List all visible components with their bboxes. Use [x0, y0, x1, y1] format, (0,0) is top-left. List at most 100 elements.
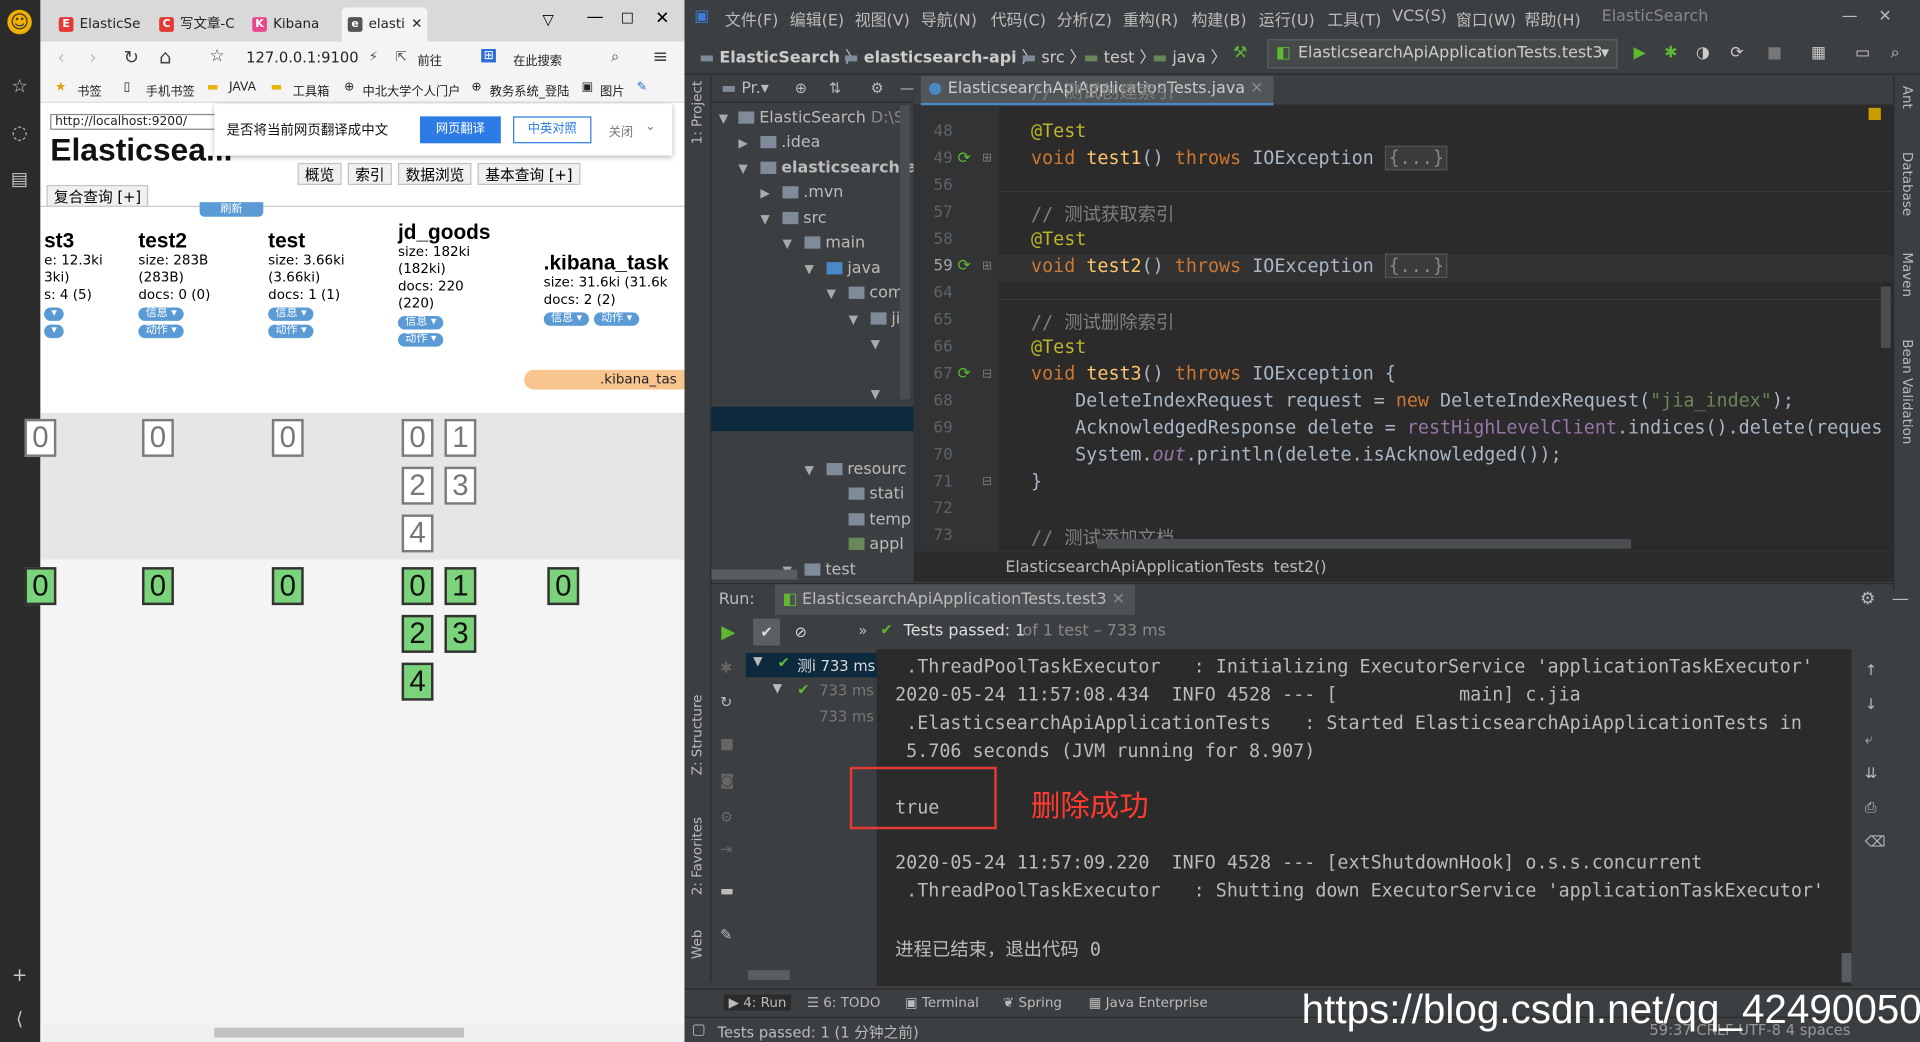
tab-basic-query[interactable]: 基本查询 [+] — [477, 162, 580, 185]
breadcrumb[interactable]: ▬ src 〉 — [1021, 44, 1085, 67]
menu-tools[interactable]: 工具(T) — [1327, 7, 1381, 30]
down-icon[interactable]: ↓ — [1865, 696, 1877, 713]
up-icon[interactable]: ↑ — [1865, 661, 1877, 678]
bookmark-item[interactable]: 中北大学个人门户 — [362, 81, 460, 99]
show-passed-icon[interactable]: ✔ — [753, 618, 781, 646]
breadcrumb[interactable]: ▬ ElasticSearch 〉 — [699, 44, 861, 67]
bookmark-item[interactable]: 工具箱 — [293, 81, 330, 99]
unassigned-shard[interactable]: 4 — [401, 514, 434, 553]
unassigned-shard[interactable]: 0 — [401, 418, 434, 457]
menu-file[interactable]: 文件(F) — [725, 7, 778, 30]
test-node-time[interactable]: 733 ms — [819, 682, 874, 699]
editor-hscrollbar[interactable] — [1097, 538, 1632, 549]
menu-refactor[interactable]: 重构(R) — [1123, 7, 1178, 30]
bookmark-item[interactable]: JAVA — [229, 81, 256, 94]
search-engine-icon[interactable]: ⊞ — [481, 48, 497, 63]
bookmark-item[interactable]: 手机书签 — [146, 81, 195, 99]
tree-expand-icon[interactable]: ▶ — [738, 137, 747, 150]
bookmark-item[interactable]: 教务系统_登陆 — [490, 81, 570, 99]
maven-tool-button[interactable]: Maven — [1899, 252, 1915, 297]
plus-icon[interactable]: + — [7, 963, 31, 987]
tree-item[interactable]: ElasticSearch D:\S — [738, 109, 904, 127]
close-tab-icon[interactable]: ✕ — [1112, 590, 1125, 608]
tree-expand-icon[interactable]: ▼ — [719, 113, 728, 126]
tab-overview[interactable]: 概览 — [297, 162, 342, 185]
favorites-tool-button[interactable]: 2: Favorites — [689, 817, 705, 895]
web-tool-button[interactable]: Web — [689, 930, 705, 959]
show-ignored-icon[interactable]: ⊘ — [787, 619, 814, 646]
refresh-button[interactable]: 刷新 — [199, 202, 264, 217]
reload-icon[interactable]: ↻ — [124, 47, 139, 69]
run-test-gutter-icon[interactable]: ⟳ — [958, 365, 971, 383]
action-button[interactable]: 动作 ▾ — [268, 324, 314, 339]
editor-vscrollbar[interactable] — [1880, 286, 1891, 348]
primary-shard[interactable]: 1 — [444, 567, 477, 606]
fold-icon[interactable]: ⊞ — [982, 152, 992, 165]
pin-icon[interactable]: ✎ — [720, 926, 732, 943]
menu-navigate[interactable]: 导航(N) — [921, 7, 977, 30]
tab-elasticsearch[interactable]: E ElasticSe — [53, 7, 149, 41]
close-translate-button[interactable]: 关闭 — [609, 121, 633, 139]
home-icon[interactable]: ⌂ — [159, 45, 171, 68]
tree-expand-icon[interactable]: ▼ — [871, 338, 880, 351]
bookmark-item[interactable]: 书签 — [77, 81, 101, 99]
info-button[interactable]: 信息 ▾ — [268, 307, 314, 321]
close-tab-icon[interactable]: ✕ — [411, 7, 422, 41]
expand-icon[interactable]: » — [858, 622, 867, 639]
project-structure-icon[interactable]: ▦ — [1811, 44, 1826, 62]
pen-icon[interactable]: ✎ — [637, 81, 647, 94]
scrollbar-thumb[interactable] — [214, 1027, 465, 1038]
tree-item[interactable]: resourc — [826, 461, 906, 479]
tree-expand-icon[interactable]: ▼ — [738, 163, 747, 176]
primary-shard[interactable]: 3 — [444, 614, 477, 653]
menu-analyze[interactable]: 分析(Z) — [1057, 7, 1112, 30]
unassigned-shard[interactable]: 0 — [24, 418, 57, 457]
shirt-icon[interactable]: ▽ — [542, 11, 553, 28]
structure-tool-button[interactable]: Z: Structure — [689, 695, 705, 776]
layout-icon[interactable]: ▭ — [1855, 44, 1870, 62]
primary-shard[interactable]: 2 — [401, 614, 434, 653]
share-icon[interactable]: ⇱ — [396, 49, 407, 65]
tree-item[interactable]: appl — [848, 535, 904, 554]
address-bar[interactable]: 127.0.0.1:9100 — [246, 49, 358, 66]
trash-icon[interactable]: ⌫ — [1865, 833, 1886, 850]
tree-expand-icon[interactable]: ▼ — [804, 263, 813, 276]
tree-item[interactable]: .idea — [760, 134, 820, 152]
primary-shard[interactable]: 0 — [401, 567, 434, 606]
unassigned-shard[interactable]: 2 — [401, 466, 434, 505]
back-icon[interactable]: ‹ — [58, 47, 65, 69]
exit-icon[interactable]: ⇥ — [720, 840, 732, 857]
tree-expand-icon[interactable]: ▼ — [782, 238, 791, 251]
tree-item[interactable]: test — [804, 561, 856, 579]
tab-elastic-head[interactable]: e elasti ✕ — [341, 7, 428, 42]
unassigned-shard[interactable]: 0 — [142, 418, 174, 457]
project-hscrollbar[interactable] — [711, 569, 798, 580]
project-view-select[interactable]: ▬ Pr.▾ — [721, 80, 769, 98]
tree-expand-icon[interactable]: ▼ — [849, 314, 858, 327]
wrap-icon[interactable]: ⤶ — [1865, 730, 1873, 748]
breadcrumb-method[interactable]: test2() — [1273, 559, 1326, 577]
es-url-input[interactable]: http://localhost:9200/ — [50, 113, 222, 130]
unassigned-shard[interactable]: 0 — [271, 418, 304, 457]
breadcrumb[interactable]: ▬ elasticsearch-api 〉 — [844, 44, 1038, 67]
coverage-icon[interactable]: ◑ — [1696, 44, 1710, 62]
tree-item[interactable]: java — [826, 260, 881, 278]
debug-icon[interactable]: ✱ — [1664, 44, 1677, 62]
menu-code[interactable]: 代码(C) — [991, 7, 1046, 30]
run-tab[interactable]: ◧ ElasticsearchApiApplicationTests.test3 … — [775, 584, 1135, 617]
info-button[interactable]: 信息 ▾ — [397, 316, 444, 330]
tab-kibana[interactable]: K Kibana — [246, 7, 337, 41]
menu-build[interactable]: 构建(B) — [1191, 7, 1246, 30]
primary-shard[interactable]: 0 — [547, 567, 580, 606]
menu-window[interactable]: 窗口(W) — [1456, 7, 1516, 30]
spring-tool-tab[interactable]: ❦ Spring — [1003, 995, 1062, 1011]
hide-icon[interactable]: — — [1892, 589, 1909, 609]
primary-shard[interactable]: 0 — [142, 567, 174, 606]
java-enterprise-tool-tab[interactable]: ▦ Java Enterprise — [1089, 995, 1208, 1011]
tree-item[interactable]: ji — [870, 310, 900, 328]
tree-item[interactable]: stati — [848, 485, 904, 503]
alias-label[interactable]: .kibana_tas — [524, 369, 685, 390]
primary-shard[interactable]: 4 — [401, 662, 434, 701]
run-icon[interactable]: ▶ — [1633, 44, 1645, 62]
build-hammer-icon[interactable]: ⚒ — [1233, 44, 1247, 62]
